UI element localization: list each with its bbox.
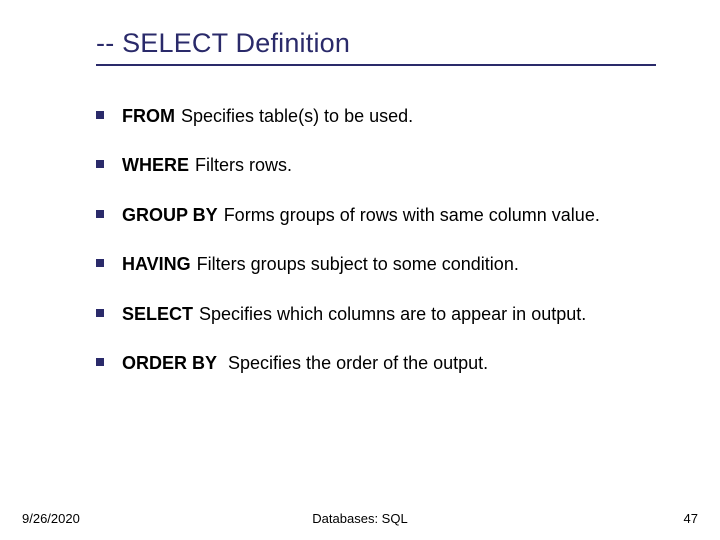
list-item-text: GROUP BY Forms groups of rows with same c… xyxy=(122,204,600,227)
footer-page: 47 xyxy=(684,511,698,526)
description: Specifies table(s) to be used. xyxy=(181,106,413,126)
list-item: HAVING Filters groups subject to some con… xyxy=(96,253,676,276)
keyword: FROM xyxy=(122,106,175,126)
square-bullet-icon xyxy=(96,309,104,317)
footer-center: Databases: SQL xyxy=(0,511,720,526)
description: Filters groups subject to some condition… xyxy=(197,254,519,274)
list-item: WHERE Filters rows. xyxy=(96,154,676,177)
square-bullet-icon xyxy=(96,259,104,267)
slide: -- SELECT Definition FROM Specifies table… xyxy=(0,0,720,540)
description: Specifies which columns are to appear in… xyxy=(199,304,586,324)
bullet-list: FROM Specifies table(s) to be used. WHERE… xyxy=(96,105,676,401)
list-item: ORDER BY Specifies the order of the outp… xyxy=(96,352,676,375)
keyword: GROUP BY xyxy=(122,205,218,225)
square-bullet-icon xyxy=(96,358,104,366)
description: Forms groups of rows with same column va… xyxy=(224,205,600,225)
list-item: GROUP BY Forms groups of rows with same c… xyxy=(96,204,676,227)
description: Filters rows. xyxy=(195,155,292,175)
title-underline xyxy=(96,64,656,66)
keyword: SELECT xyxy=(122,304,193,324)
square-bullet-icon xyxy=(96,160,104,168)
list-item-text: WHERE Filters rows. xyxy=(122,154,292,177)
square-bullet-icon xyxy=(96,210,104,218)
keyword: WHERE xyxy=(122,155,189,175)
keyword: HAVING xyxy=(122,254,191,274)
keyword: ORDER BY xyxy=(122,353,217,373)
list-item-text: SELECT Specifies which columns are to app… xyxy=(122,303,586,326)
list-item-text: ORDER BY Specifies the order of the outp… xyxy=(122,352,488,375)
square-bullet-icon xyxy=(96,111,104,119)
list-item-text: FROM Specifies table(s) to be used. xyxy=(122,105,413,128)
list-item-text: HAVING Filters groups subject to some con… xyxy=(122,253,519,276)
list-item: SELECT Specifies which columns are to app… xyxy=(96,303,676,326)
list-item: FROM Specifies table(s) to be used. xyxy=(96,105,676,128)
description: Specifies the order of the output. xyxy=(223,353,488,373)
slide-title: -- SELECT Definition xyxy=(96,28,350,59)
